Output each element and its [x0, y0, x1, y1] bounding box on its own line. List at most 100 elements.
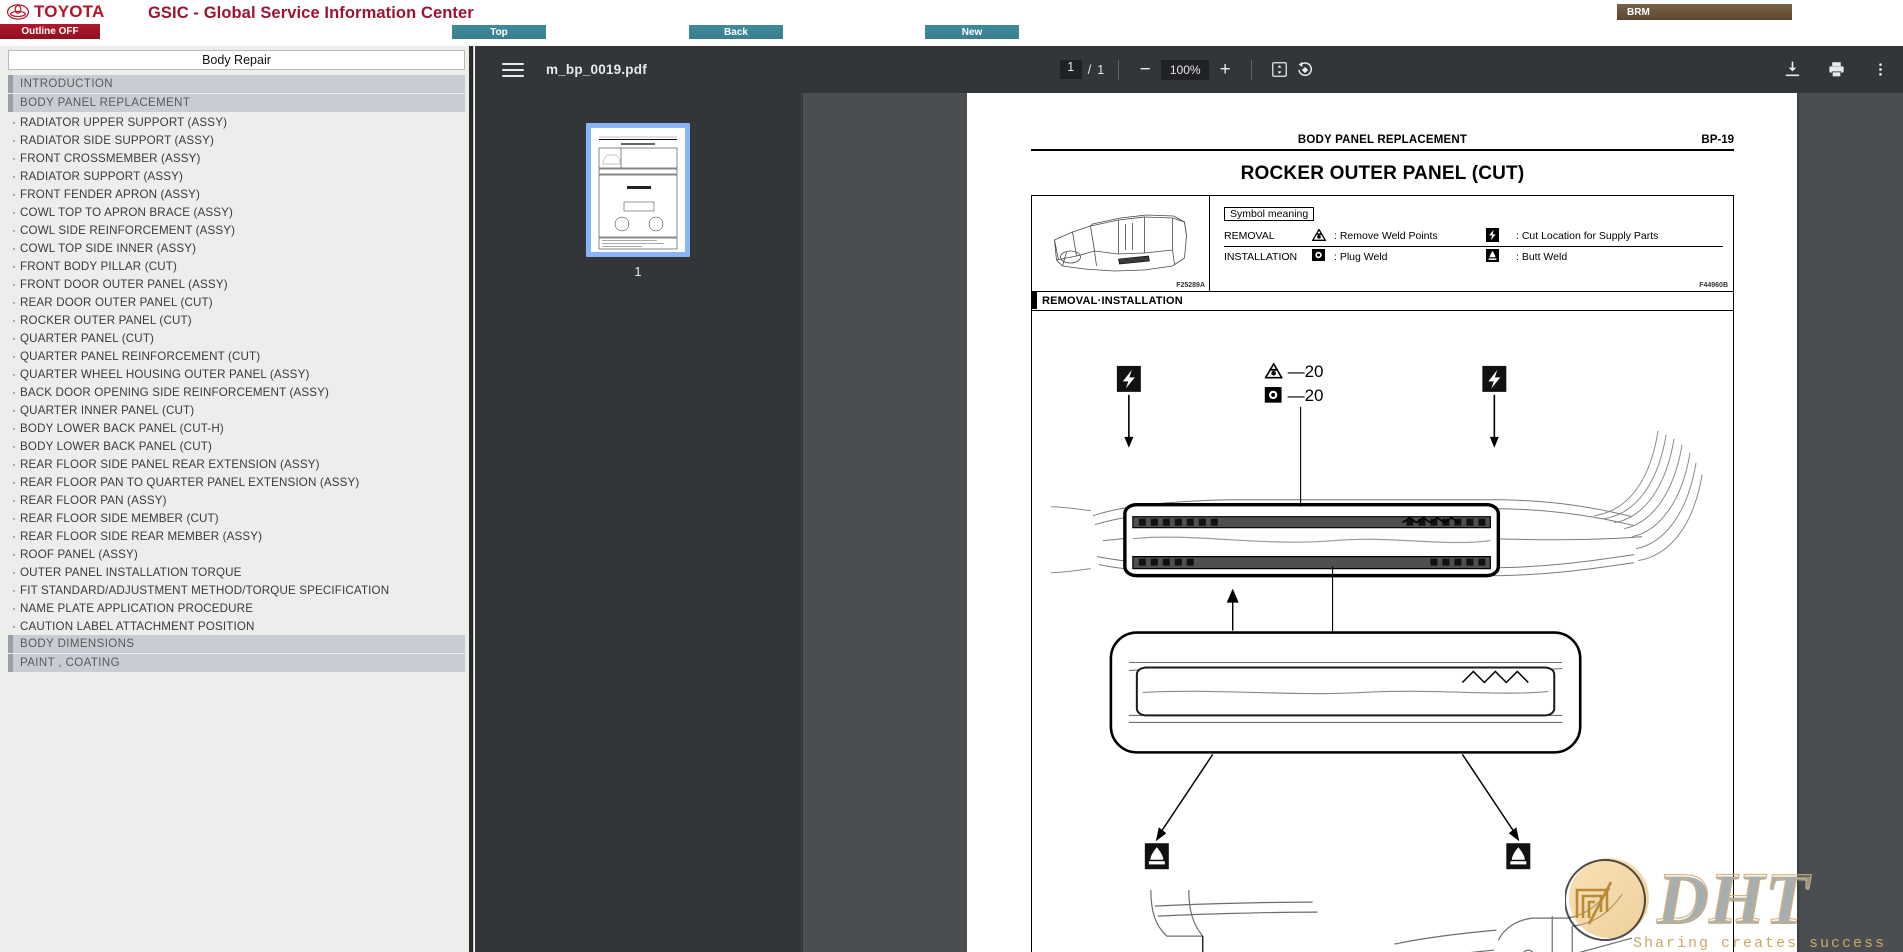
top-button[interactable]: Top	[452, 25, 546, 39]
page-number-input[interactable]: 1	[1059, 60, 1082, 79]
outline-sidebar: Body Repair INTRODUCTION BODY PANEL REPL…	[0, 46, 474, 952]
sidebar-item[interactable]: · FRONT FENDER APRON (ASSY)	[0, 185, 473, 203]
list-bullet: ·	[12, 529, 17, 543]
sidebar-group-introduction[interactable]: INTRODUCTION	[8, 75, 465, 93]
more-options-button[interactable]	[1867, 57, 1893, 83]
sidebar-item[interactable]: · QUARTER PANEL REINFORCEMENT (CUT)	[0, 347, 473, 365]
list-bullet: ·	[12, 475, 17, 489]
section-heading-text: REMOVAL·INSTALLATION	[1042, 295, 1183, 307]
outline-toggle-button[interactable]: Outline OFF	[0, 24, 100, 39]
sidebar-item[interactable]: · QUARTER WHEEL HOUSING OUTER PANEL (ASSY…	[0, 365, 473, 383]
new-button[interactable]: New	[925, 25, 1019, 39]
sidebar-item[interactable]: · FRONT DOOR OUTER PANEL (ASSY)	[0, 275, 473, 293]
sidebar-item[interactable]: · FRONT BODY PILLAR (CUT)	[0, 257, 473, 275]
sidebar-item[interactable]: · BODY LOWER BACK PANEL (CUT-H)	[0, 419, 473, 437]
sidebar-item[interactable]: · REAR DOOR OUTER PANEL (CUT)	[0, 293, 473, 311]
symbol-row-label: REMOVAL	[1224, 226, 1312, 247]
list-bullet: ·	[12, 241, 17, 255]
sidebar-item-label: COWL TOP TO APRON BRACE (ASSY)	[20, 205, 234, 219]
sidebar-item[interactable]: · FRONT CROSSMEMBER (ASSY)	[0, 149, 473, 167]
sidebar-item[interactable]: · RADIATOR SIDE SUPPORT (ASSY)	[0, 131, 473, 149]
rotate-button[interactable]	[1292, 57, 1318, 83]
fit-page-button[interactable]	[1266, 57, 1292, 83]
sidebar-item[interactable]: · BODY LOWER BACK PANEL (CUT)	[0, 437, 473, 455]
thumbnail-selected-frame[interactable]	[586, 123, 690, 257]
sidebar-title[interactable]: Body Repair	[8, 50, 465, 70]
sidebar-item[interactable]: · QUARTER INNER PANEL (CUT)	[0, 401, 473, 419]
symbol-figure-code: F44960B	[1699, 282, 1728, 289]
zoom-out-button[interactable]: −	[1133, 58, 1157, 82]
sidebar-item[interactable]: · REAR FLOOR SIDE REAR MEMBER (ASSY)	[0, 527, 473, 545]
sidebar-item-label: BODY LOWER BACK PANEL (CUT-H)	[20, 421, 224, 435]
sidebar-item[interactable]: · REAR FLOOR PAN (ASSY)	[0, 491, 473, 509]
symbol-meaning-table: REMOVAL : Remove Weld Points: Cut Locat…	[1224, 226, 1723, 266]
zoom-in-button[interactable]: +	[1213, 58, 1237, 82]
sidebar-item-label: REAR DOOR OUTER PANEL (CUT)	[20, 295, 213, 309]
sidebar-item[interactable]: · RADIATOR SUPPORT (ASSY)	[0, 167, 473, 185]
sidebar-item[interactable]: · REAR FLOOR SIDE PANEL REAR EXTENSION (A…	[0, 455, 473, 473]
sidebar-item-label: ROCKER OUTER PANEL (CUT)	[20, 313, 192, 327]
sidebar-item[interactable]: · QUARTER PANEL (CUT)	[0, 329, 473, 347]
download-button[interactable]	[1779, 57, 1805, 83]
sidebar-item-label: REAR FLOOR PAN (ASSY)	[20, 493, 167, 507]
symbol-left-text: : Remove Weld Points	[1334, 226, 1486, 247]
sidebar-scrollbar[interactable]	[469, 46, 473, 952]
list-bullet: ·	[12, 313, 17, 327]
sidebar-item[interactable]: · OUTER PANEL INSTALLATION TORQUE	[0, 563, 473, 581]
pdf-toolbar: m_bp_0019.pdf 1 / 1 − 100% +	[475, 46, 1903, 93]
sidebar-item[interactable]: · COWL SIDE REINFORCEMENT (ASSY)	[0, 221, 473, 239]
section-heading-bar: REMOVAL·INSTALLATION	[1031, 292, 1734, 311]
sidebar-item[interactable]: · REAR FLOOR PAN TO QUARTER PANEL EXTENSI…	[0, 473, 473, 491]
sidebar-item-label: FIT STANDARD/ADJUSTMENT METHOD/TORQUE SP…	[20, 583, 390, 597]
list-bullet: ·	[12, 619, 17, 633]
list-bullet: ·	[12, 439, 17, 453]
list-bullet: ·	[12, 259, 17, 273]
back-button[interactable]: Back	[689, 25, 783, 39]
sidebar-item[interactable]: · REAR FLOOR SIDE MEMBER (CUT)	[0, 509, 473, 527]
list-bullet: ·	[12, 349, 17, 363]
sidebar-item[interactable]: · ROOF PANEL (ASSY)	[0, 545, 473, 563]
sidebar-toggle-icon[interactable]	[502, 59, 524, 81]
symbol-meaning-block: F25289A Symbol meaning REMOVAL: Remove …	[1031, 195, 1734, 292]
sidebar-group-body-dimensions[interactable]: BODY DIMENSIONS	[8, 635, 465, 653]
document-heading: ROCKER OUTER PANEL (CUT)	[1240, 163, 1525, 184]
list-bullet: ·	[12, 169, 17, 183]
butt-weld-badge-left	[1144, 753, 1214, 870]
sidebar-item-label: FRONT FENDER APRON (ASSY)	[20, 187, 201, 201]
zoom-level-input[interactable]: 100%	[1161, 59, 1210, 80]
pdf-toolbar-right	[1779, 46, 1893, 93]
sidebar-group-body-panel-replacement[interactable]: BODY PANEL REPLACEMENT	[8, 94, 465, 112]
sidebar-group-paint-coating[interactable]: PAINT , COATING	[8, 654, 465, 672]
list-bullet: ·	[12, 223, 17, 237]
left-section-illustration	[1150, 890, 1318, 952]
list-bullet: ·	[12, 331, 17, 345]
cut-location-badge-left	[1116, 365, 1141, 448]
symbol-row-label: INSTALLATION	[1224, 250, 1298, 263]
document-scroll-area[interactable]: BODY PANEL REPLACEMENT BP-19 ROCKER OUTE…	[967, 93, 1903, 952]
sidebar-item-label: RADIATOR SIDE SUPPORT (ASSY)	[20, 133, 215, 147]
sidebar-item-label: COWL TOP SIDE INNER (ASSY)	[20, 241, 197, 255]
print-button[interactable]	[1823, 57, 1849, 83]
sidebar-item[interactable]: · FIT STANDARD/ADJUSTMENT METHOD/TORQUE S…	[0, 581, 473, 599]
page-title: GSIC - Global Service Information Center	[148, 4, 474, 22]
sidebar-item-label: FRONT CROSSMEMBER (ASSY)	[20, 151, 201, 165]
list-bullet: ·	[12, 151, 17, 165]
sidebar-item[interactable]: · COWL TOP TO APRON BRACE (ASSY)	[0, 203, 473, 221]
sidebar-item[interactable]: · RADIATOR UPPER SUPPORT (ASSY)	[0, 113, 473, 131]
sidebar-item-label: NAME PLATE APPLICATION PROCEDURE	[20, 601, 254, 615]
sidebar-item[interactable]: · BACK DOOR OPENING SIDE REINFORCEMENT (A…	[0, 383, 473, 401]
thumbnail-page-preview	[591, 128, 685, 252]
vehicle-body-illustration: F25289A	[1032, 196, 1210, 291]
butt-weld-icon	[1486, 247, 1516, 267]
sidebar-item-list: · RADIATOR UPPER SUPPORT (ASSY) · RADIATOR …	[0, 113, 473, 635]
pdf-filename: m_bp_0019.pdf	[546, 62, 647, 77]
sidebar-item[interactable]: · COWL TOP SIDE INNER (ASSY)	[0, 239, 473, 257]
toolbar-divider	[1118, 59, 1120, 80]
cut-location-glyph	[1486, 227, 1499, 242]
list-bullet: ·	[12, 457, 17, 471]
thumbnail-item[interactable]: 1	[586, 123, 690, 279]
sidebar-item[interactable]: · ROCKER OUTER PANEL (CUT)	[0, 311, 473, 329]
brm-button[interactable]: BRM	[1617, 4, 1792, 20]
sidebar-item[interactable]: · CAUTION LABEL ATTACHMENT POSITION	[0, 617, 473, 635]
sidebar-item[interactable]: · NAME PLATE APPLICATION PROCEDURE	[0, 599, 473, 617]
